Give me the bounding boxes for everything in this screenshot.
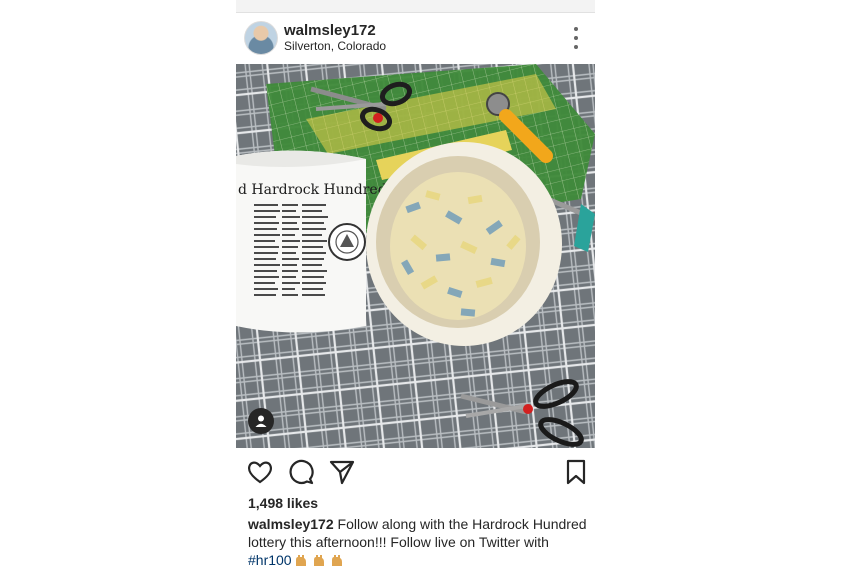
instagram-post: walmsley172 Silverton, Colorado d Hardro… [236,12,595,568]
lottery-bowl [366,142,562,346]
caption-hashtag[interactable]: #hr100 [248,552,292,568]
raised-hands-emoji [314,555,325,566]
post-photo[interactable]: d Hardrock Hundred [236,64,595,448]
share-icon[interactable] [328,458,356,486]
heart-icon[interactable] [246,458,274,486]
photo-illustration: d Hardrock Hundred [236,64,595,448]
comment-icon[interactable] [287,458,315,486]
post-location[interactable]: Silverton, Colorado [284,39,386,53]
hardrock-mug: d Hardrock Hundred [236,150,387,333]
bookmark-icon[interactable] [562,458,590,486]
raised-hands-emoji [296,555,307,566]
post-header: walmsley172 Silverton, Colorado [236,12,595,64]
more-options-icon[interactable] [569,27,583,49]
person-icon [255,415,267,427]
post-actions [236,458,595,486]
profile-avatar[interactable] [245,22,277,54]
likes-count[interactable]: 1,498 likes [248,495,318,511]
post-username[interactable]: walmsley172 [284,22,376,39]
raised-hands-emoji [332,555,343,566]
user-tag-icon[interactable] [248,408,274,434]
caption-username[interactable]: walmsley172 [248,516,334,532]
post-caption: walmsley172 Follow along with the Hardro… [248,515,588,569]
mug-text: d Hardrock Hundred [238,182,387,198]
